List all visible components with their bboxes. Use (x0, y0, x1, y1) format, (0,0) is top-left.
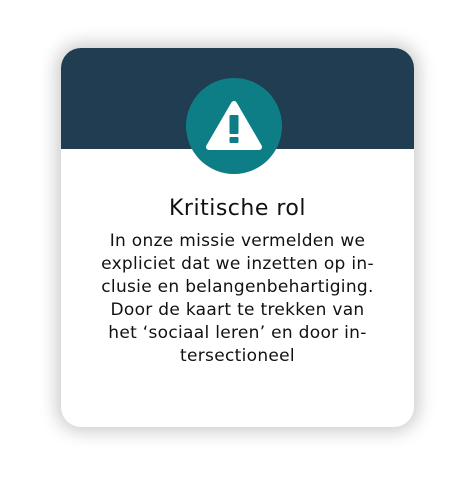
card-body-line: het ‘sociaal leren’ en door in- (108, 323, 367, 343)
card-body-line: tersectioneel (180, 346, 295, 366)
card-body-line: In onze missie vermelden we (109, 231, 366, 251)
info-card: Kritische rol In onze missie vermelden w… (61, 48, 414, 427)
card-body-line: Door de kaart te trekken van (110, 300, 365, 320)
warning-icon-badge (186, 78, 282, 174)
card-body-line: expliciet dat we inzetten op in- (101, 254, 374, 274)
warning-icon (206, 101, 262, 150)
card-body: In onze missie vermelden we expliciet da… (61, 230, 414, 368)
card-title: Kritische rol (169, 196, 306, 221)
card-body-line: clusie en belangenbehartiging. (101, 277, 374, 297)
